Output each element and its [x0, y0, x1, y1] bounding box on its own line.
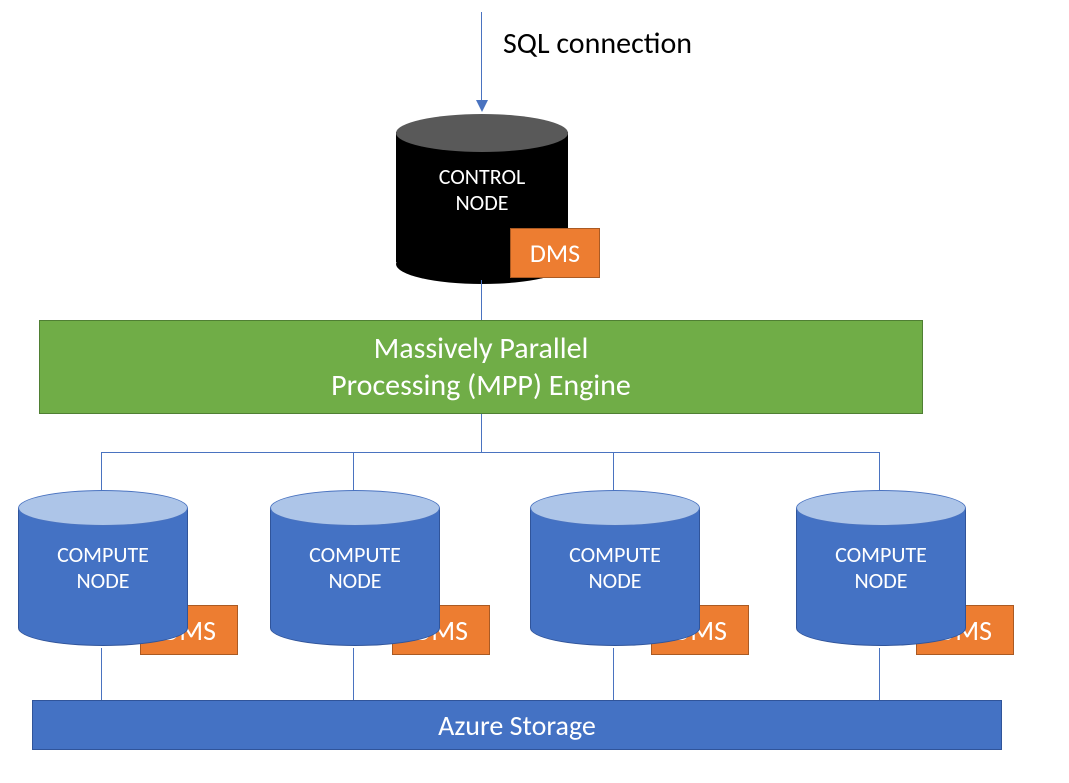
mpp-line1: Massively Parallel	[374, 330, 589, 368]
compute-node-cylinder: COMPUTE NODE	[18, 490, 188, 640]
connector-line	[613, 452, 614, 492]
cylinder-top-icon	[530, 490, 700, 526]
connector-line	[879, 648, 880, 700]
arrow-down-icon	[481, 12, 482, 102]
cylinder-top-icon	[18, 490, 188, 526]
connector-line	[353, 452, 354, 492]
connector-line	[481, 280, 482, 320]
connector-line	[101, 648, 102, 700]
control-dms-badge: DMS	[510, 228, 600, 278]
mpp-engine-box: Massively Parallel Processing (MPP) Engi…	[39, 320, 923, 414]
connector-line	[481, 414, 482, 452]
compute-node-label: COMPUTE NODE	[796, 542, 966, 595]
architecture-diagram: SQL connection CONTROL NODE DMS Massivel…	[0, 0, 1069, 783]
azure-storage-box: Azure Storage	[32, 700, 1002, 750]
connector-line	[613, 648, 614, 700]
control-node-label: CONTROL NODE	[396, 164, 568, 217]
connector-line	[101, 452, 102, 492]
sql-connection-label: SQL connection	[503, 25, 692, 62]
compute-node-cylinder: COMPUTE NODE	[270, 490, 440, 640]
cylinder-top-icon	[270, 490, 440, 526]
compute-node-label: COMPUTE NODE	[530, 542, 700, 595]
compute-node-cylinder: COMPUTE NODE	[530, 490, 700, 640]
compute-node-label: COMPUTE NODE	[18, 542, 188, 595]
cylinder-top-icon	[796, 490, 966, 526]
connector-line	[879, 452, 880, 492]
mpp-line2: Processing (MPP) Engine	[331, 367, 631, 405]
compute-node-cylinder: COMPUTE NODE	[796, 490, 966, 640]
compute-node-label: COMPUTE NODE	[270, 542, 440, 595]
connector-line	[353, 648, 354, 700]
cylinder-top-icon	[396, 114, 568, 152]
connector-line	[101, 452, 880, 453]
